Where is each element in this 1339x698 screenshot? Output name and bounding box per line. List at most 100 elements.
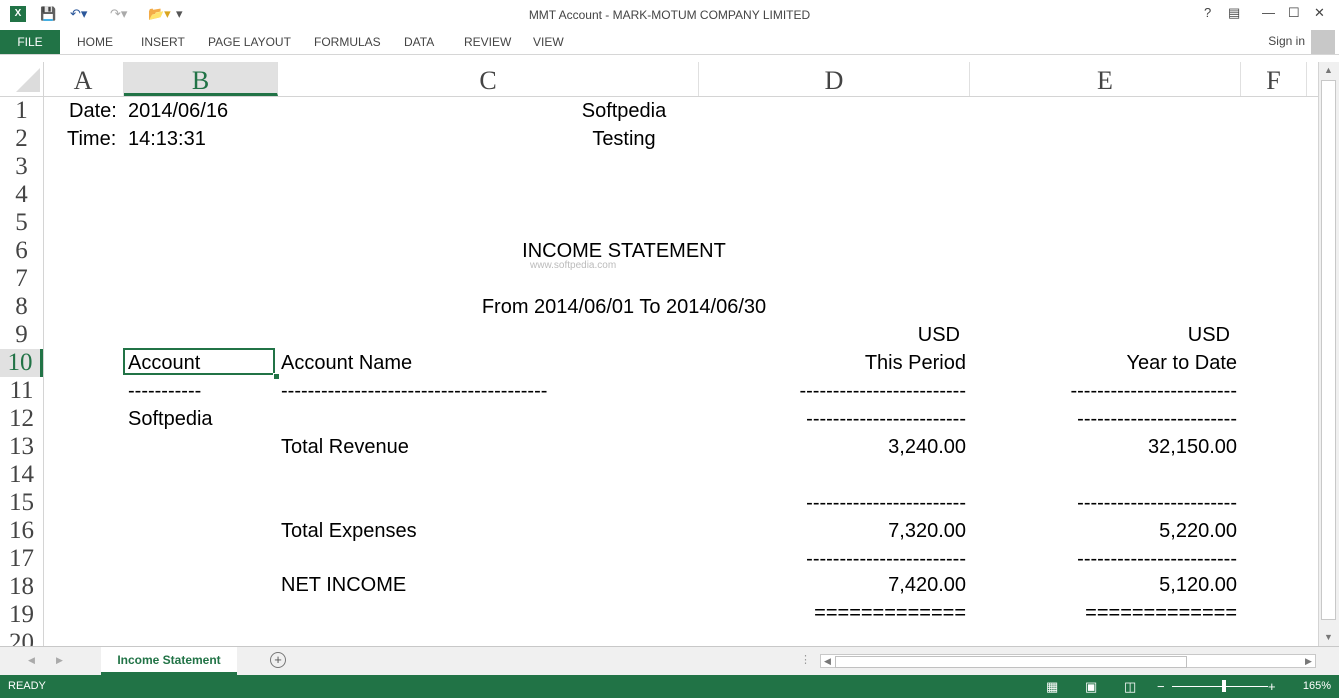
normal-view-icon[interactable]: ▦ xyxy=(1046,679,1058,695)
group-name: Softpedia xyxy=(128,408,213,430)
worksheet-grid[interactable]: Date: 2014/06/16 Time: 14:13:31 Softpedi… xyxy=(44,97,1318,646)
zoom-level[interactable]: 165% xyxy=(1303,680,1331,692)
subtotal-dash-period: ------------------------ xyxy=(806,408,966,430)
row-header-selected[interactable]: 10 xyxy=(0,349,43,377)
help-button[interactable]: ? xyxy=(1204,5,1211,20)
column-header-b[interactable]: B xyxy=(124,62,278,96)
scroll-down-icon[interactable]: ▼ xyxy=(1324,632,1333,642)
date-label: Date: xyxy=(69,100,117,122)
tab-insert[interactable]: INSERT xyxy=(141,35,185,49)
total-expenses-label: Total Expenses xyxy=(281,520,417,542)
header-account: Account xyxy=(128,352,201,374)
net-dash-period: ------------------------ xyxy=(806,548,966,570)
column-header-d[interactable]: D xyxy=(699,62,970,96)
header-this-period: This Period xyxy=(864,352,966,374)
row-header[interactable]: 12 xyxy=(0,405,43,433)
tab-data[interactable]: DATA xyxy=(404,35,434,49)
status-ready: READY xyxy=(8,680,46,692)
zoom-slider[interactable] xyxy=(1172,686,1268,687)
add-sheet-icon[interactable]: + xyxy=(270,652,286,668)
row-header[interactable]: 2 xyxy=(0,125,43,153)
sheet-tab-income-statement[interactable]: Income Statement xyxy=(101,647,237,675)
row-header[interactable]: 8 xyxy=(0,293,43,321)
window-title: MMT Account - MARK-MOTUM COMPANY LIMITED xyxy=(528,8,811,22)
total-revenue-period: 3,240.00 xyxy=(888,436,966,458)
column-header-a[interactable]: A xyxy=(43,62,124,96)
horizontal-scrollbar[interactable]: ◀ ▶ xyxy=(820,654,1316,668)
scroll-right-icon[interactable]: ▶ xyxy=(1305,656,1312,667)
row-header[interactable]: 15 xyxy=(0,489,43,517)
row-header[interactable]: 18 xyxy=(0,573,43,601)
user-avatar-icon[interactable] xyxy=(1311,30,1335,54)
net-dash-ytd: ------------------------ xyxy=(1077,548,1237,570)
row-header[interactable]: 13 xyxy=(0,433,43,461)
row-header[interactable]: 14 xyxy=(0,461,43,489)
tab-page-layout[interactable]: PAGE LAYOUT xyxy=(208,35,291,49)
total-expenses-ytd: 5,220.00 xyxy=(1159,520,1237,542)
tab-formulas[interactable]: FORMULAS xyxy=(314,35,381,49)
row-header[interactable]: 6 xyxy=(0,237,43,265)
tab-file[interactable]: FILE xyxy=(0,30,60,54)
scroll-left-icon[interactable]: ◀ xyxy=(824,656,831,667)
ribbon-tabs: FILE HOME INSERT PAGE LAYOUT FORMULAS DA… xyxy=(0,30,1339,54)
currency-ytd: USD xyxy=(1187,324,1230,346)
row-headers: 1 2 3 4 5 6 7 8 9 10 11 12 13 14 15 16 1… xyxy=(0,97,44,646)
page-layout-view-icon[interactable]: ▣ xyxy=(1085,679,1097,695)
row-header[interactable]: 1 xyxy=(0,97,43,125)
row-header[interactable]: 4 xyxy=(0,181,43,209)
vertical-scrollbar[interactable]: ▲ ▼ xyxy=(1318,62,1339,646)
expense-dash-period: ------------------------ xyxy=(806,492,966,514)
status-bar: READY ▦ ▣ ◫ − + 165% xyxy=(0,675,1339,698)
tab-home[interactable]: HOME xyxy=(77,35,113,49)
expense-dash-ytd: ------------------------ xyxy=(1077,492,1237,514)
prev-sheet-icon[interactable]: ◀ xyxy=(28,655,35,666)
dash-account: ----------- xyxy=(128,380,202,402)
row-header[interactable]: 9 xyxy=(0,321,43,349)
zoom-slider-knob[interactable] xyxy=(1222,680,1226,692)
total-revenue-label: Total Revenue xyxy=(281,436,409,458)
row-header[interactable]: 7 xyxy=(0,265,43,293)
vertical-scroll-thumb[interactable] xyxy=(1321,80,1336,620)
total-revenue-ytd: 32,150.00 xyxy=(1148,436,1237,458)
dash-this-period: ------------------------- xyxy=(799,380,966,402)
zoom-in-icon[interactable]: + xyxy=(1268,679,1276,694)
net-income-ytd: 5,120.00 xyxy=(1159,574,1237,596)
row-header[interactable]: 19 xyxy=(0,601,43,629)
row-header[interactable]: 5 xyxy=(0,209,43,237)
column-header-c[interactable]: C xyxy=(278,62,699,96)
tab-view[interactable]: VIEW xyxy=(533,35,564,49)
column-headers: A B C D E F xyxy=(0,62,1318,97)
dash-ytd: ------------------------- xyxy=(1070,380,1237,402)
currency-this-period: USD xyxy=(917,324,960,346)
minimize-button[interactable]: — xyxy=(1262,5,1275,20)
row-header[interactable]: 16 xyxy=(0,517,43,545)
net-income-period: 7,420.00 xyxy=(888,574,966,596)
tab-review[interactable]: REVIEW xyxy=(464,35,511,49)
next-sheet-icon[interactable]: ▶ xyxy=(56,655,63,666)
report-title: INCOME STATEMENT xyxy=(522,240,726,262)
fill-handle[interactable] xyxy=(273,373,280,380)
row-header[interactable]: 20 xyxy=(0,629,43,646)
report-subtitle: Testing xyxy=(592,128,656,150)
company-name: Softpedia xyxy=(581,100,667,122)
sheet-tabs-bar: ◀ ▶ Income Statement + ⋮ ◀ ▶ xyxy=(0,646,1339,676)
close-button[interactable]: ✕ xyxy=(1314,5,1325,21)
column-header-e[interactable]: E xyxy=(970,62,1241,96)
sign-in-link[interactable]: Sign in xyxy=(1268,34,1305,48)
subtotal-dash-ytd: ------------------------ xyxy=(1077,408,1237,430)
header-account-name: Account Name xyxy=(281,352,413,374)
scroll-up-icon[interactable]: ▲ xyxy=(1324,65,1333,75)
maximize-button[interactable]: ☐ xyxy=(1288,5,1300,21)
select-all-corner[interactable] xyxy=(0,62,44,96)
ribbon-display-options-icon[interactable]: ▤ xyxy=(1228,5,1240,21)
column-header-f[interactable]: F xyxy=(1241,62,1307,96)
row-header[interactable]: 11 xyxy=(0,377,43,405)
tab-splitter-icon[interactable]: ⋮ xyxy=(800,653,811,666)
row-header[interactable]: 17 xyxy=(0,545,43,573)
zoom-out-icon[interactable]: − xyxy=(1157,679,1165,694)
horizontal-scroll-thumb[interactable] xyxy=(835,656,1187,668)
ribbon-divider xyxy=(0,54,1339,55)
page-break-view-icon[interactable]: ◫ xyxy=(1124,679,1136,695)
row-header[interactable]: 3 xyxy=(0,153,43,181)
title-bar: X 💾 ↶▾ ↷▾ 📂▾ ▾ MMT Account - MARK-MOTUM … xyxy=(0,0,1339,30)
